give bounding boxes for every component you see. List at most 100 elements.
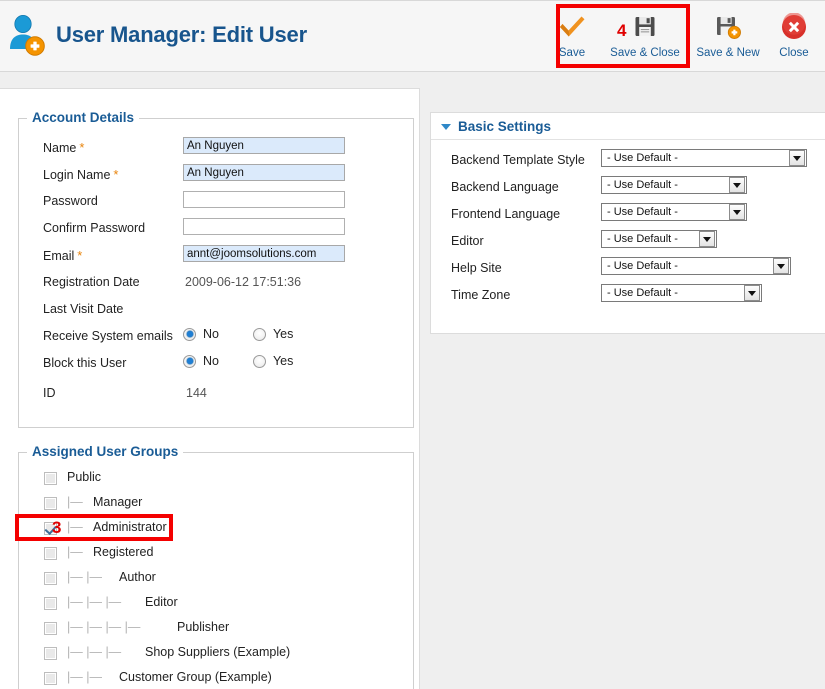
name-input[interactable]: [183, 137, 345, 154]
group-row-administrator[interactable]: |— Administrator: [19, 517, 413, 542]
chevron-down-icon[interactable]: [773, 258, 789, 274]
radio-button[interactable]: [252, 354, 266, 368]
group-checkbox[interactable]: [44, 647, 57, 660]
save-and-new-button[interactable]: Save & New: [689, 7, 767, 59]
settings-row-frontend-language: Frontend Language - Use Default -: [431, 203, 825, 230]
group-checkbox[interactable]: [44, 622, 57, 635]
radio-button[interactable]: [183, 327, 196, 341]
editor-select[interactable]: - Use Default -: [601, 230, 717, 248]
chevron-down-icon[interactable]: [789, 150, 805, 166]
required-asterisk: *: [113, 167, 119, 182]
save-and-close-button[interactable]: Save & Close: [601, 7, 689, 59]
confirm-password-input[interactable]: [183, 218, 345, 235]
close-button[interactable]: Close: [767, 7, 821, 59]
tree-prefix: |—: [67, 545, 83, 559]
group-label: Registered: [93, 545, 154, 559]
label-frontend-language: Frontend Language: [451, 207, 561, 221]
group-row-registered[interactable]: |— Registered: [19, 542, 413, 567]
receive-system-emails-radio-group: No Yes: [183, 327, 293, 341]
red-x-circle-icon: [779, 11, 809, 43]
assigned-user-groups-legend: Assigned User Groups: [27, 444, 184, 459]
block-user-no-option[interactable]: No: [183, 354, 219, 368]
frontend-language-select[interactable]: - Use Default -: [601, 203, 747, 221]
backend-template-style-select[interactable]: - Use Default -: [601, 149, 807, 167]
radio-button[interactable]: [183, 354, 196, 368]
group-checkbox[interactable]: [44, 597, 57, 610]
label-receive-system-emails: Receive System emails: [43, 329, 173, 343]
group-label: Public: [67, 470, 102, 484]
help-site-select[interactable]: - Use Default -: [601, 257, 791, 275]
group-row-manager[interactable]: |— Manager: [19, 492, 413, 517]
label-confirm-password: Confirm Password: [43, 221, 146, 235]
basic-settings-header[interactable]: Basic Settings: [431, 113, 825, 140]
time-zone-select[interactable]: - Use Default -: [601, 284, 762, 302]
tree-prefix: |—: [67, 495, 83, 509]
basic-settings-title: Basic Settings: [458, 118, 552, 134]
label-name: Name *: [43, 140, 85, 155]
label-password: Password: [43, 194, 98, 208]
form-row-password: Password: [19, 191, 413, 218]
floppy-disk-plus-icon: [714, 11, 742, 43]
settings-row-time-zone: Time Zone - Use Default -: [431, 284, 825, 311]
account-details-fieldset: Account Details Name* Login Name* Passwo…: [18, 110, 414, 428]
settings-row-help-site: Help Site - Use Default -: [431, 257, 825, 284]
save-and-close-button-label: Save & Close: [610, 47, 680, 59]
save-and-new-button-label: Save & New: [696, 47, 760, 59]
receive-emails-no-option[interactable]: No: [183, 327, 219, 341]
label-backend-template-style: Backend Template Style: [451, 153, 585, 167]
group-label: Publisher: [177, 620, 230, 634]
account-details-legend: Account Details: [27, 110, 140, 125]
receive-emails-yes-option[interactable]: Yes: [252, 327, 293, 341]
group-checkbox[interactable]: [44, 497, 57, 510]
label-help-site: Help Site: [451, 261, 502, 275]
chevron-down-icon[interactable]: [699, 231, 715, 247]
group-row-shop-suppliers[interactable]: |— |— |— Shop Suppliers (Example): [19, 642, 413, 667]
chevron-down-icon[interactable]: [441, 123, 451, 130]
required-asterisk: *: [79, 140, 85, 155]
label-registration-date: Registration Date: [43, 275, 140, 289]
group-checkbox[interactable]: [44, 572, 57, 585]
page-title: User Manager: Edit User: [56, 22, 307, 47]
group-row-customer-group[interactable]: |— |— Customer Group (Example): [19, 667, 413, 689]
block-this-user-radio-group: No Yes: [183, 354, 293, 368]
group-row-editor[interactable]: |— |— |— Editor: [19, 592, 413, 617]
login-name-input[interactable]: [183, 164, 345, 181]
label-time-zone: Time Zone: [451, 288, 511, 302]
radio-label: No: [203, 327, 219, 341]
user-add-icon: [6, 13, 48, 57]
email-input[interactable]: [183, 245, 345, 262]
group-label: Author: [119, 570, 156, 584]
group-checkbox[interactable]: [44, 472, 57, 485]
save-button[interactable]: Save: [543, 7, 601, 59]
password-input[interactable]: [183, 191, 345, 208]
group-label: Customer Group (Example): [119, 670, 272, 684]
block-user-yes-option[interactable]: Yes: [252, 354, 293, 368]
tree-prefix: |— |—: [67, 670, 102, 684]
backend-language-select[interactable]: - Use Default -: [601, 176, 747, 194]
settings-row-backend-language: Backend Language - Use Default -: [431, 176, 825, 203]
tree-prefix: |— |— |—: [67, 595, 122, 609]
group-checkbox[interactable]: [44, 672, 57, 685]
select-value: - Use Default -: [607, 206, 678, 218]
group-row-public[interactable]: Public: [19, 467, 413, 492]
tree-prefix: |—: [67, 520, 83, 534]
save-button-label: Save: [558, 47, 586, 59]
label-id: ID: [43, 386, 56, 400]
assigned-user-groups-fieldset: Assigned User Groups Public |— Manager |…: [18, 444, 414, 689]
chevron-down-icon[interactable]: [729, 204, 745, 220]
tree-prefix: |— |— |—: [67, 645, 122, 659]
group-label: Shop Suppliers (Example): [145, 645, 291, 659]
group-label: Manager: [93, 495, 143, 509]
group-row-author[interactable]: |— |— Author: [19, 567, 413, 592]
group-row-publisher[interactable]: |— |— |— |— Publisher: [19, 617, 413, 642]
chevron-down-icon[interactable]: [744, 285, 760, 301]
chevron-down-icon[interactable]: [729, 177, 745, 193]
label-editor: Editor: [451, 234, 484, 248]
group-checkbox[interactable]: [44, 522, 57, 535]
form-row-name: Name *: [19, 137, 413, 164]
radio-button[interactable]: [252, 327, 266, 341]
form-row-last-visit-date: Last Visit Date: [19, 299, 413, 326]
group-checkbox[interactable]: [44, 547, 57, 560]
form-row-id: ID 144: [19, 383, 413, 410]
orange-check-icon: [557, 11, 587, 43]
